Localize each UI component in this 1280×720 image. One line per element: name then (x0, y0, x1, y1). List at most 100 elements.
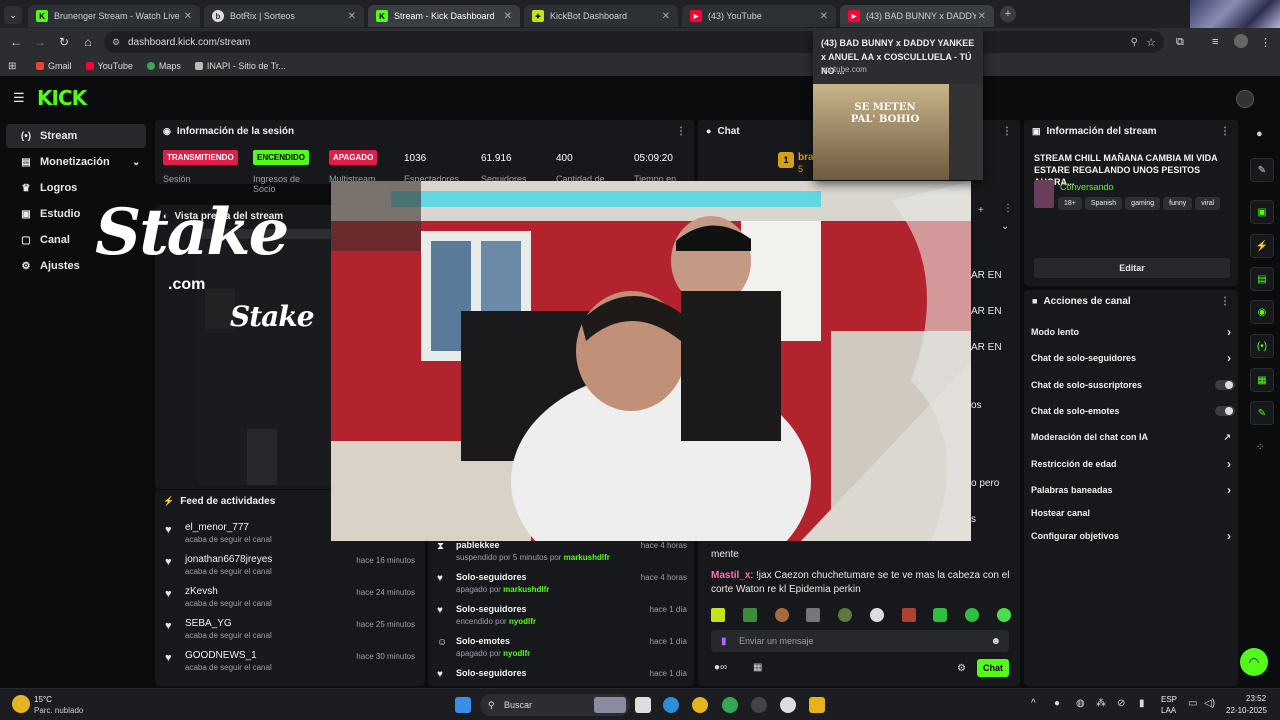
browser-tab[interactable]: ✦ KickBot Dashboard ✕ (524, 5, 678, 27)
emote-icon[interactable] (838, 608, 853, 622)
new-tab-icon[interactable]: + (1000, 6, 1016, 22)
emote-icon[interactable] (711, 608, 725, 622)
emote-icon[interactable] (901, 608, 916, 622)
emote-icon[interactable] (869, 608, 884, 622)
language-indicator-2[interactable]: LAA (1161, 706, 1176, 715)
chat-bubble-icon[interactable]: ◉ (1250, 300, 1274, 324)
clock-time[interactable]: 23:52 (1246, 694, 1266, 703)
media-player-icon[interactable] (780, 697, 796, 713)
kebab-menu-icon[interactable]: ⋮ (1220, 296, 1230, 307)
weather-icon[interactable] (12, 695, 30, 713)
close-tab-icon[interactable]: ✕ (348, 11, 356, 22)
emote-icon[interactable] (933, 608, 948, 622)
points-icon[interactable]: ●∞ (714, 662, 727, 673)
bookmark-gmail[interactable]: Gmail (36, 61, 72, 71)
profile-avatar[interactable] (1234, 34, 1248, 48)
bolt-icon[interactable]: ⚡ (1250, 234, 1274, 258)
address-bar[interactable]: ⚙ dashboard.kick.com/stream ⚲ ☆ (104, 31, 1164, 53)
bookmark-youtube[interactable]: YouTube (85, 61, 133, 71)
layout-icon[interactable]: ▦ (1250, 368, 1274, 392)
action-moderacion-ia[interactable]: Moderación del chat con IA ↗ (1031, 427, 1237, 447)
kebab-menu-icon[interactable]: ⋮ (1002, 126, 1012, 137)
tray-display-icon[interactable]: ▭ (1188, 698, 1197, 709)
toggle-switch[interactable] (1215, 406, 1235, 416)
zoom-icon[interactable]: ⚲ (1131, 37, 1138, 48)
chat-settings-icon[interactable]: ⚙ (957, 663, 966, 674)
user-avatar[interactable] (1236, 90, 1254, 108)
emote-icon[interactable] (806, 608, 821, 622)
tag[interactable]: gaming (1125, 197, 1161, 210)
bookmark-star-icon[interactable]: ☆ (1146, 36, 1156, 49)
site-info-icon[interactable]: ⚙ (112, 37, 120, 48)
action-solo-seguidores[interactable]: Chat de solo-seguidores › (1031, 348, 1237, 368)
share-icon[interactable]: ⁘ (1256, 442, 1264, 453)
sidebar-item-stream[interactable]: (•) Stream (6, 124, 146, 148)
tag[interactable]: funny (1163, 197, 1193, 210)
forward-icon[interactable]: → (28, 35, 52, 49)
emote-icon[interactable] (774, 608, 789, 622)
browser-tab[interactable]: ▶ (43) BAD BUNNY x DADDY YANKEE ✕ (840, 5, 994, 27)
toggle-switch[interactable] (1215, 380, 1235, 390)
edge-icon[interactable] (663, 697, 679, 713)
close-tab-icon[interactable]: ✕ (184, 11, 192, 22)
tag[interactable]: 18+ (1058, 197, 1082, 210)
kebab-menu-icon[interactable]: ⋮ (676, 126, 686, 137)
picture-in-picture-video[interactable] (331, 181, 971, 541)
browser-tab[interactable]: ▶ (43) YouTube ✕ (682, 5, 836, 27)
back-icon[interactable]: ← (4, 35, 28, 49)
camera-frame-icon[interactable]: ▣ (1250, 200, 1274, 224)
wrench-icon[interactable]: ✎ (1250, 401, 1274, 425)
file-explorer-icon[interactable] (809, 697, 825, 713)
reload-icon[interactable]: ↻ (52, 35, 76, 49)
kebab-menu-icon[interactable]: ⋮ (1220, 126, 1230, 137)
tray-chevron-icon[interactable]: ^ (1031, 698, 1036, 709)
action-palabras-baneadas[interactable]: Palabras baneadas › (1031, 480, 1237, 500)
category-label[interactable]: Conversando (1060, 182, 1114, 192)
broadcast-icon[interactable]: (•) (1250, 334, 1274, 358)
action-configurar-objetivos[interactable]: Configurar objetivos › (1031, 526, 1237, 546)
chrome-icon[interactable] (692, 697, 708, 713)
mic-icon[interactable]: ▮ (721, 636, 727, 647)
sidebar-item-monetizacion[interactable]: ▤ Monetización ⌄ (6, 150, 146, 174)
task-view-icon[interactable] (635, 697, 651, 713)
language-indicator[interactable]: ESP (1161, 695, 1177, 704)
emote-icon[interactable] (742, 608, 757, 622)
browser-tab[interactable]: K Brunenger Stream - Watch Live ✕ (28, 5, 200, 27)
obs-icon[interactable] (751, 697, 767, 713)
tag[interactable]: Spanish (1084, 197, 1123, 210)
extensions-icon[interactable]: ⧉ (1176, 36, 1184, 49)
tray-network-off-icon[interactable]: ⊘ (1117, 698, 1125, 709)
browser-tab-active[interactable]: K Stream - Kick Dashboard ✕ (368, 5, 520, 27)
taskbar-search[interactable]: ⚲ Buscar (480, 694, 630, 716)
support-icon[interactable]: ◠ (1240, 648, 1268, 676)
action-restriccion-edad[interactable]: Restricción de edad › (1031, 454, 1237, 474)
tray-grid-icon[interactable]: ⁂ (1096, 698, 1106, 709)
clock-date[interactable]: 22-10-2025 (1226, 706, 1267, 715)
close-tab-icon[interactable]: ✕ (662, 11, 670, 22)
clipboard-icon[interactable]: ▤ (1250, 267, 1274, 291)
browser-menu-icon[interactable]: ⋮ (1260, 36, 1271, 49)
chat-pin-icon[interactable]: + (978, 205, 984, 216)
action-hostear-canal[interactable]: Hostear canal (1031, 503, 1237, 523)
chevron-down-icon[interactable]: ⌄ (1001, 221, 1009, 232)
tag[interactable]: viral (1195, 197, 1221, 210)
emoji-icon[interactable]: ☻ (990, 636, 1001, 647)
tray-app-icon[interactable]: ◍ (1076, 698, 1085, 709)
hamburger-menu-icon[interactable]: ☰ (13, 90, 25, 106)
weather-temp[interactable]: 15°C (34, 695, 52, 704)
emote-icon[interactable] (996, 608, 1011, 622)
info-circle-icon[interactable]: ● (1256, 128, 1263, 140)
edit-button[interactable]: Editar (1034, 258, 1230, 278)
tray-discord-icon[interactable]: ● (1054, 698, 1060, 709)
apps-grid-icon[interactable]: ⊞ (8, 61, 16, 72)
emote-icon[interactable] (965, 608, 980, 622)
volume-icon[interactable]: ◁) (1204, 698, 1215, 709)
tray-mic-icon[interactable]: ▮ (1139, 698, 1145, 709)
bookmark-inapi[interactable]: INAPI - Sitio de Tr... (194, 61, 286, 71)
windows-start-icon[interactable] (455, 697, 471, 713)
kick-logo[interactable]: KICK (37, 86, 87, 110)
browser-tab[interactable]: b BotRix | Sorteos ✕ (204, 5, 364, 27)
chrome-profile-icon[interactable] (722, 697, 738, 713)
send-chat-button[interactable]: Chat (977, 659, 1009, 677)
gift-icon[interactable]: ▦ (753, 662, 762, 673)
